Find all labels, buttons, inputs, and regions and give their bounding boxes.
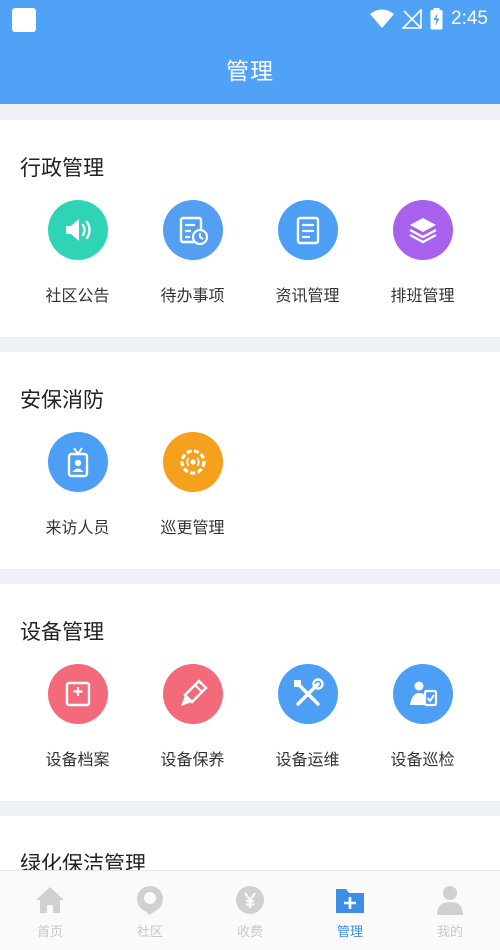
grid-item-news[interactable]: 资讯管理	[250, 200, 365, 306]
community-icon	[133, 883, 167, 917]
profile-icon	[433, 883, 467, 917]
grid-item-label: 待办事项	[160, 286, 225, 305]
grid-item-archive[interactable]: 设备档案	[20, 664, 135, 770]
tab-label: 我的	[436, 925, 463, 940]
page-title: 管理	[226, 59, 274, 85]
section-security: 安保消防 来访人员 巡更管理	[0, 352, 500, 569]
section-title: 行政管理	[20, 156, 104, 180]
grid-item-operations[interactable]: 设备运维	[250, 664, 365, 770]
grid-item-todo[interactable]: 待办事项	[135, 200, 250, 306]
grid-item-label: 设备运维	[275, 750, 340, 769]
inspector-icon	[409, 681, 437, 707]
grid-item-inspection[interactable]: 设备巡检	[365, 664, 480, 770]
wifi-icon	[370, 9, 395, 28]
tab-label: 社区	[136, 925, 163, 940]
icon-badge	[277, 664, 338, 724]
grid-item-label: 设备档案	[45, 750, 110, 769]
layers-icon	[408, 218, 437, 244]
home-icon	[33, 883, 67, 917]
speaker-icon	[65, 219, 91, 241]
section-title: 设备管理	[20, 620, 104, 644]
archive-box-icon	[65, 681, 90, 707]
grid-item-label: 来访人员	[45, 518, 110, 537]
tab-profile[interactable]: 我的	[400, 871, 500, 950]
grid-item-label: 设备保养	[160, 750, 225, 769]
patrol-gear-icon	[179, 449, 206, 475]
notification-icon	[12, 8, 36, 32]
status-bar: 2:45	[0, 0, 500, 38]
no-signal-icon	[402, 9, 422, 29]
section-title: 绿化保洁管理	[20, 852, 146, 870]
tab-fees[interactable]: 收费	[200, 871, 300, 950]
grid-item-visitor[interactable]: 来访人员	[20, 432, 135, 538]
tab-manage[interactable]: 管理	[300, 871, 400, 950]
status-icons: 2:45	[370, 6, 488, 32]
icon-badge	[392, 664, 453, 724]
grid-item-label: 社区公告	[45, 286, 110, 305]
icon-badge	[162, 664, 223, 724]
grid-item-label: 排班管理	[390, 286, 455, 305]
icon-badge	[162, 432, 223, 492]
battery-charging-icon	[430, 8, 443, 30]
grid-item-announcement[interactable]: 社区公告	[20, 200, 135, 306]
yen-icon	[233, 883, 267, 917]
icon-badge	[47, 664, 108, 724]
section-equipment: 设备管理 设备档案 设备保养 设备运维 设备巡检	[0, 584, 500, 801]
grid-item-label: 资讯管理	[275, 286, 340, 305]
bottom-tab-bar: 首页 社区 收费 管理 我的	[0, 870, 500, 950]
grid-item-label: 设备巡检	[390, 750, 455, 769]
tab-label: 管理	[336, 925, 363, 940]
section-admin: 行政管理 社区公告 待办事项 资讯管理 排班管理	[0, 120, 500, 337]
grid-item-maintenance[interactable]: 设备保养	[135, 664, 250, 770]
section-title: 安保消防	[20, 388, 104, 412]
icon-badge	[47, 200, 108, 260]
section-greening-cleaning: 绿化保洁管理	[0, 816, 500, 870]
brush-icon	[180, 679, 208, 706]
icon-badge	[162, 200, 223, 260]
manage-folder-icon	[333, 883, 367, 917]
app-header: 管理	[0, 38, 500, 104]
tab-community[interactable]: 社区	[100, 871, 200, 950]
tab-home[interactable]: 首页	[0, 871, 100, 950]
grid-item-shift[interactable]: 排班管理	[365, 200, 480, 306]
status-time: 2:45	[451, 8, 488, 29]
tab-label: 收费	[236, 925, 263, 940]
icon-badge	[47, 432, 108, 492]
grid-item-patrol[interactable]: 巡更管理	[135, 432, 250, 538]
icon-badge	[392, 200, 453, 260]
tab-label: 首页	[36, 925, 63, 940]
icon-badge	[277, 200, 338, 260]
tools-icon	[293, 678, 324, 706]
document-icon	[296, 216, 319, 245]
grid-item-label: 巡更管理	[160, 518, 225, 537]
schedule-icon	[179, 216, 208, 246]
id-badge-icon	[67, 447, 88, 478]
